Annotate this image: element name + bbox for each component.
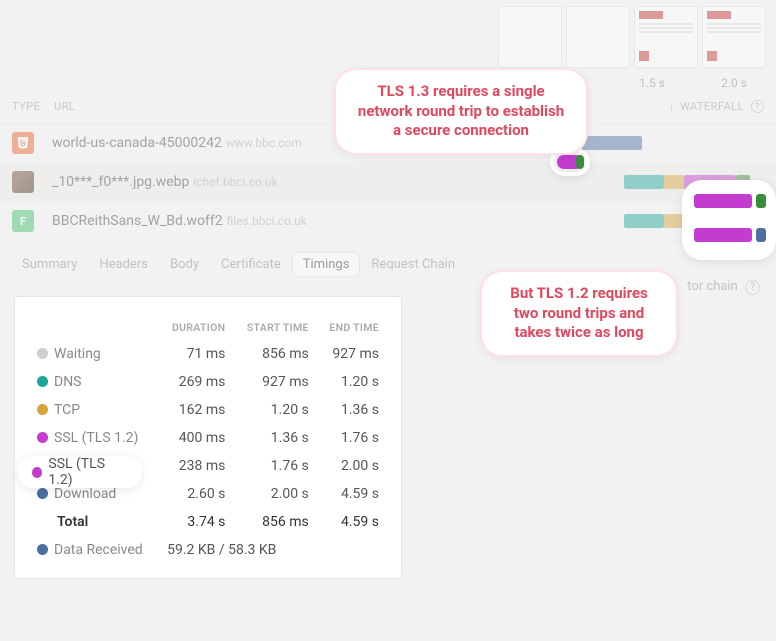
image-icon [12,171,34,193]
sort-arrow-icon: ↓ [669,100,675,113]
tab-headers[interactable]: Headers [89,253,158,276]
timing-row: Waiting71 ms856 ms927 ms [29,340,387,368]
indicator-chain-label: tor chain [687,279,738,294]
th-name [29,315,159,340]
request-url: BBCReithSans_W_Bd.woff2 [52,213,223,229]
callout-tls13: TLS 1.3 requires a single network round … [336,70,586,153]
request-url: world-us-canada-45000242 [52,135,222,151]
filmstrip [0,0,776,68]
request-host: files.bbci.co.uk [227,214,307,228]
timing-data-received: Data Received59.2 KB / 58.3 KB [29,536,387,564]
th-start: START TIME [233,315,316,340]
spotlight-ssl-label: SSL (TLS 1.2) [48,456,128,488]
timing-total: Total3.74 s856 ms4.59 s [29,508,387,536]
timing-row: DNS269 ms927 ms1.20 s [29,368,387,396]
callout-tls12: But TLS 1.2 requires two round trips and… [482,272,676,355]
tab-summary[interactable]: Summary [12,253,87,276]
filmstrip-frame [702,6,766,68]
tick-label: 1.5 s [620,76,684,90]
tab-body[interactable]: Body [160,253,209,276]
th-end: END TIME [317,315,387,340]
request-host: www.bbc.com [226,136,302,150]
request-url: _10***_f0***.jpg.webp [52,174,189,190]
tab-request-chain[interactable]: Request Chain [361,253,465,276]
filmstrip-frame [566,6,630,68]
html-icon [12,132,34,154]
tab-certificate[interactable]: Certificate [211,253,291,276]
request-row[interactable]: _10***_f0***.jpg.webp ichef.bbci.co.uk [0,163,776,202]
th-duration: DURATION [159,315,233,340]
filmstrip-frame [634,6,698,68]
timings-panel: DURATION START TIME END TIME Waiting71 m… [14,296,402,579]
help-icon[interactable]: ? [751,100,764,113]
tick-label: 2.0 s [702,76,766,90]
timing-row: TCP162 ms1.20 s1.36 s [29,396,387,424]
indicator-chain[interactable]: tor chain ? [687,279,760,295]
col-waterfall-label: WATERFALL [680,100,744,113]
spotlight-tls12-bars [686,184,772,256]
request-host: ichef.bbci.co.uk [193,175,277,189]
timing-row: SSL (TLS 1.2)400 ms1.36 s1.76 s [29,424,387,452]
col-type: TYPE [12,100,54,113]
tab-timings[interactable]: Timings [293,253,360,276]
filmstrip-frame [498,6,562,68]
request-row[interactable]: F BBCReithSans_W_Bd.woff2 files.bbci.co.… [0,202,776,241]
spotlight-tls13-bar [554,152,586,172]
help-icon[interactable]: ? [745,280,760,295]
font-icon: F [12,210,34,232]
spotlight-ssl-row: SSL (TLS 1.2) [22,460,138,484]
